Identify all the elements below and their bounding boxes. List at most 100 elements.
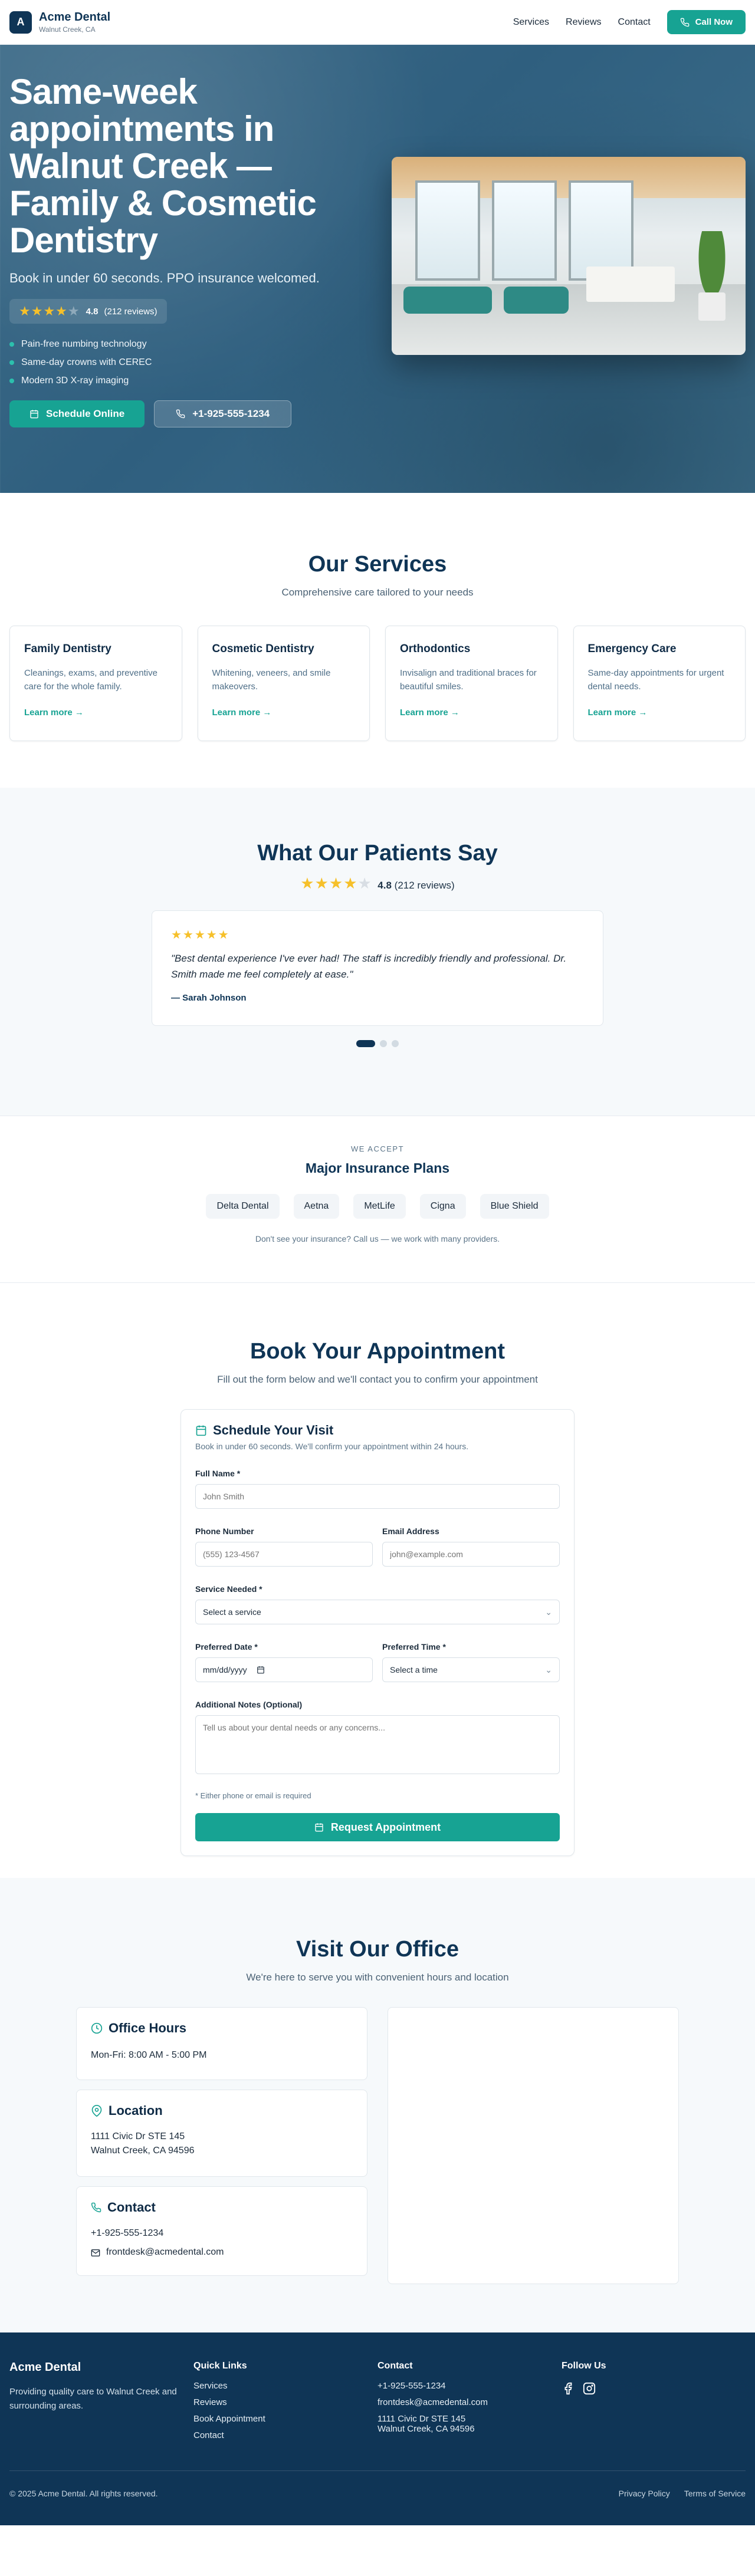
booking-subtitle: Fill out the form below and we'll contac… bbox=[217, 1374, 538, 1385]
service-learn-more-link[interactable]: Learn more → bbox=[24, 708, 168, 718]
address-line-1: 1111 Civic Dr STE 145 bbox=[91, 2131, 185, 2141]
notes-textarea[interactable] bbox=[195, 1715, 560, 1774]
bullet-icon bbox=[9, 360, 14, 365]
service-title: Orthodontics bbox=[400, 643, 471, 655]
hero-rating-count: (212 reviews) bbox=[104, 306, 157, 317]
request-appointment-button[interactable]: Request Appointment bbox=[195, 1813, 560, 1841]
phone-icon bbox=[91, 2202, 101, 2213]
visit-section: Visit Our Office We're here to serve you… bbox=[0, 1878, 755, 2332]
brand[interactable]: A Acme Dental Walnut Creek, CA bbox=[9, 11, 110, 34]
review-stars-icon: ★★★★★ bbox=[171, 929, 230, 942]
footer-quick-links-title: Quick Links bbox=[193, 2361, 247, 2371]
footer-address-line-1: 1111 Civic Dr STE 145 bbox=[378, 2414, 466, 2424]
contact-phone[interactable]: +1-925-555-1234 bbox=[91, 2227, 353, 2240]
footer-phone[interactable]: +1-925-555-1234 bbox=[378, 2381, 562, 2391]
hero-phone-button[interactable]: +1-925-555-1234 bbox=[154, 400, 292, 427]
service-title: Emergency Care bbox=[587, 643, 677, 655]
service-description: Whitening, veneers, and smile makeovers. bbox=[212, 668, 331, 692]
phone-input[interactable] bbox=[195, 1542, 373, 1567]
services-title: Our Services bbox=[308, 552, 447, 577]
phone-icon bbox=[176, 409, 185, 419]
rating-stars-icon: ★★★★★ bbox=[19, 304, 80, 318]
address-line-2: Walnut Creek, CA 94596 bbox=[91, 2146, 195, 2156]
insurance-plans: Delta Dental Aetna MetLife Cigna Blue Sh… bbox=[0, 1194, 755, 1219]
booking-title: Book Your Appointment bbox=[250, 1339, 505, 1364]
service-card: Cosmetic Dentistry Whitening, veneers, a… bbox=[197, 626, 370, 741]
brand-logo: A bbox=[9, 11, 32, 34]
service-select[interactable]: Select a service ⌄ bbox=[195, 1600, 560, 1624]
hero-feature: Pain-free numbing technology bbox=[9, 339, 375, 350]
time-label: Preferred Time * bbox=[382, 1642, 446, 1651]
full-name-input[interactable] bbox=[195, 1484, 560, 1509]
contact-email[interactable]: frontdesk@acmedental.com bbox=[91, 2246, 353, 2259]
carousel-dot-3[interactable] bbox=[392, 1040, 399, 1047]
calendar-icon bbox=[257, 1666, 264, 1674]
insurance-plan: Cigna bbox=[419, 1194, 466, 1219]
main-nav: Services Reviews Contact Call Now bbox=[513, 10, 746, 34]
reviews-title: What Our Patients Say bbox=[257, 841, 498, 866]
footer-follow-title: Follow Us bbox=[562, 2361, 606, 2371]
copyright: © 2025 Acme Dental. All rights reserved. bbox=[9, 2489, 158, 2498]
footer-brand: Acme Dental bbox=[9, 2361, 81, 2374]
schedule-online-button[interactable]: Schedule Online bbox=[9, 400, 145, 427]
hero-title: Same-week appointments in Walnut Creek —… bbox=[9, 72, 317, 260]
time-select[interactable]: Select a time ⌄ bbox=[382, 1657, 560, 1682]
footer-link-book[interactable]: Book Appointment bbox=[193, 2414, 378, 2424]
insurance-section: WE ACCEPT Major Insurance Plans Delta De… bbox=[0, 1116, 755, 1283]
review-card: ★★★★★ "Best dental experience I've ever … bbox=[152, 910, 603, 1026]
insurance-plan: Aetna bbox=[293, 1194, 340, 1219]
insurance-plan: MetLife bbox=[353, 1194, 406, 1219]
footer-contact-title: Contact bbox=[378, 2361, 413, 2371]
insurance-plan: Delta Dental bbox=[206, 1194, 280, 1219]
call-now-button[interactable]: Call Now bbox=[667, 10, 746, 34]
nav-link-contact[interactable]: Contact bbox=[618, 17, 651, 28]
service-description: Invisalign and traditional braces for be… bbox=[400, 668, 537, 692]
rating-stars-icon: ★★★★★ bbox=[300, 874, 372, 892]
footer-link-contact[interactable]: Contact bbox=[193, 2430, 378, 2440]
facebook-icon[interactable] bbox=[562, 2382, 575, 2395]
call-now-label: Call Now bbox=[695, 17, 733, 27]
email-input[interactable] bbox=[382, 1542, 560, 1567]
office-photo bbox=[392, 157, 746, 355]
terms-of-service-link[interactable]: Terms of Service bbox=[684, 2489, 746, 2498]
service-learn-more-link[interactable]: Learn more → bbox=[588, 708, 731, 718]
notes-label: Additional Notes (Optional) bbox=[195, 1700, 303, 1709]
reviews-rating: ★★★★★ 4.8 (212 reviews) bbox=[300, 874, 455, 892]
appointment-form: Schedule Your Visit Book in under 60 sec… bbox=[180, 1409, 575, 1856]
service-label: Service Needed * bbox=[195, 1584, 262, 1594]
hero-subtitle: Book in under 60 seconds. PPO insurance … bbox=[9, 271, 320, 285]
form-title: Schedule Your Visit bbox=[195, 1423, 560, 1438]
insurance-eyebrow: WE ACCEPT bbox=[350, 1144, 405, 1153]
instagram-icon[interactable] bbox=[583, 2382, 596, 2395]
clock-icon bbox=[91, 2022, 103, 2034]
map-embed[interactable] bbox=[388, 2007, 679, 2284]
email-label: Email Address bbox=[382, 1526, 439, 1536]
nav-link-reviews[interactable]: Reviews bbox=[566, 17, 601, 28]
bullet-icon bbox=[9, 379, 14, 383]
office-hours-card: Office Hours Mon-Fri: 8:00 AM - 5:00 PM bbox=[76, 2007, 367, 2080]
visit-title: Visit Our Office bbox=[296, 1937, 459, 1962]
footer-link-services[interactable]: Services bbox=[193, 2381, 378, 2391]
visit-subtitle: We're here to serve you with convenient … bbox=[246, 1972, 509, 1983]
service-description: Same-day appointments for urgent dental … bbox=[587, 668, 724, 692]
service-learn-more-link[interactable]: Learn more → bbox=[212, 708, 356, 718]
privacy-policy-link[interactable]: Privacy Policy bbox=[619, 2489, 670, 2498]
brand-location: Walnut Creek, CA bbox=[39, 25, 96, 34]
service-learn-more-link[interactable]: Learn more → bbox=[400, 708, 543, 718]
hero-features: Pain-free numbing technology Same-day cr… bbox=[9, 339, 375, 386]
service-card: Orthodontics Invisalign and traditional … bbox=[385, 626, 558, 741]
date-input[interactable]: mm/dd/yyyy bbox=[195, 1657, 373, 1682]
carousel-dot-1[interactable] bbox=[356, 1040, 375, 1047]
nav-link-services[interactable]: Services bbox=[513, 17, 549, 28]
service-card: Emergency Care Same-day appointments for… bbox=[573, 626, 746, 741]
footer-email[interactable]: frontdesk@acmedental.com bbox=[378, 2397, 562, 2407]
chevron-down-icon: ⌄ bbox=[545, 1664, 552, 1674]
carousel-dot-2[interactable] bbox=[380, 1040, 387, 1047]
hero-rating: ★★★★★ 4.8 (212 reviews) bbox=[9, 299, 167, 324]
footer-link-reviews[interactable]: Reviews bbox=[193, 2397, 378, 2407]
services-subtitle: Comprehensive care tailored to your need… bbox=[281, 587, 474, 598]
footer-tagline: Providing quality care to Walnut Creek a… bbox=[9, 2387, 177, 2411]
insurance-note: Don't see your insurance? Call us — we w… bbox=[255, 1234, 500, 1243]
brand-name: Acme Dental bbox=[39, 11, 111, 24]
full-name-label: Full Name * bbox=[195, 1469, 241, 1478]
